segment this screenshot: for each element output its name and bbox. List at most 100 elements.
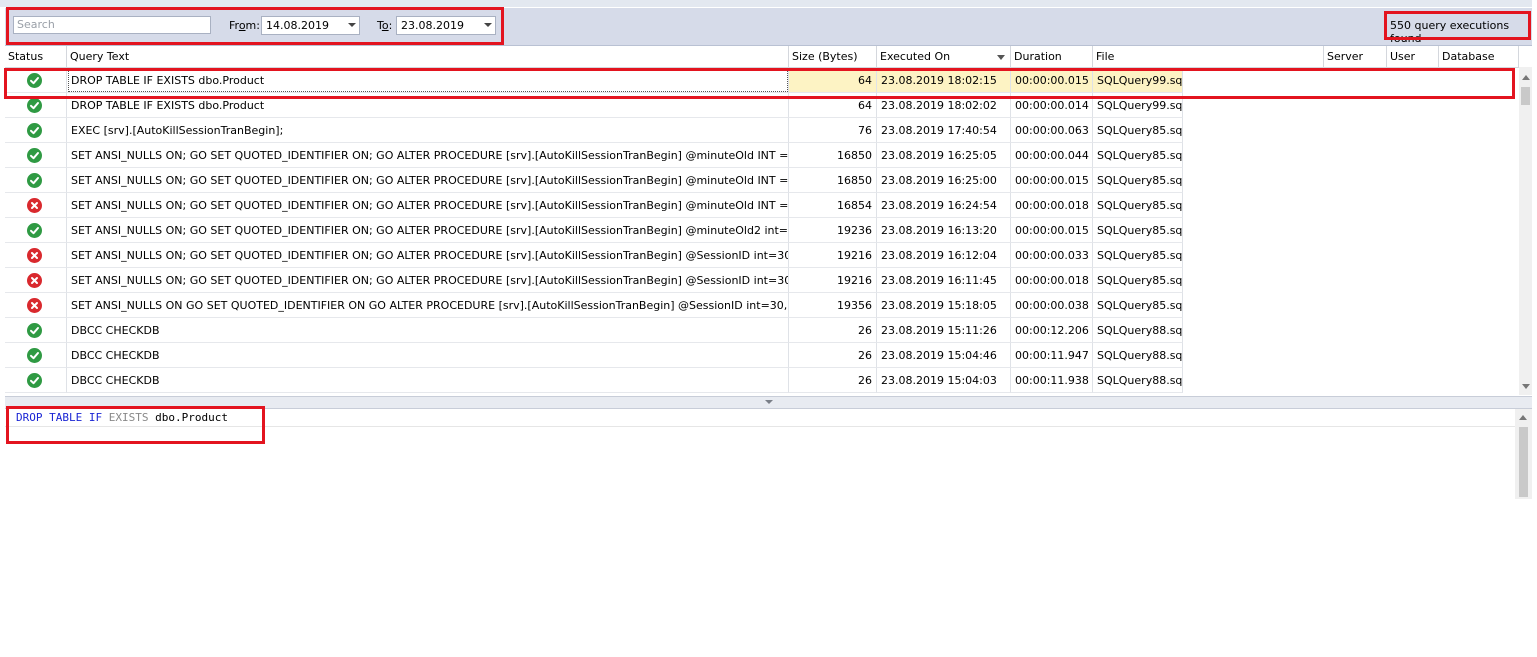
size-cell: 26 — [789, 368, 877, 393]
sql-preview-editor[interactable]: DROP TABLE IF EXISTS dbo.Product — [5, 409, 1515, 657]
status-cell — [5, 168, 67, 193]
selected-row-highlight-box — [4, 68, 1515, 99]
grid-header: Status Query Text Size (Bytes) Executed … — [5, 46, 1519, 68]
table-row[interactable]: SET ANSI_NULLS ON; GO SET QUOTED_IDENTIF… — [5, 268, 1183, 293]
duration-cell: 00:00:11.947 — [1011, 343, 1093, 368]
table-row[interactable]: DBCC CHECKDB 26 23.08.2019 15:04:46 00:00:1… — [5, 343, 1183, 368]
scroll-thumb[interactable] — [1521, 87, 1530, 105]
table-row[interactable]: SET ANSI_NULLS ON; GO SET QUOTED_IDENTIF… — [5, 218, 1183, 243]
query-text-cell: SET ANSI_NULLS ON; GO SET QUOTED_IDENTIF… — [67, 193, 789, 218]
table-row[interactable]: DBCC CHECKDB 26 23.08.2019 15:04:03 00:00:1… — [5, 368, 1183, 393]
column-header-user[interactable]: User — [1387, 46, 1439, 67]
status-cell — [5, 243, 67, 268]
query-text-cell: EXEC [srv].[AutoKillSessionTranBegin]; — [67, 118, 789, 143]
column-header-size[interactable]: Size (Bytes) — [789, 46, 877, 67]
file-cell: SQLQuery85.sql - — [1093, 193, 1183, 218]
executed-on-cell: 23.08.2019 16:24:54 — [877, 193, 1011, 218]
success-check-icon — [27, 373, 42, 388]
table-row[interactable]: SET ANSI_NULLS ON; GO SET QUOTED_IDENTIF… — [5, 193, 1183, 218]
executed-on-cell: 23.08.2019 16:11:45 — [877, 268, 1011, 293]
file-cell: SQLQuery88.sql - — [1093, 318, 1183, 343]
duration-cell: 00:00:11.938 — [1011, 368, 1093, 393]
file-cell: SQLQuery85.sql - — [1093, 268, 1183, 293]
error-x-icon — [27, 248, 42, 263]
size-cell: 16850 — [789, 168, 877, 193]
duration-cell: 00:00:00.015 — [1011, 218, 1093, 243]
status-cell — [5, 118, 67, 143]
preview-highlight-box — [6, 406, 265, 444]
executed-on-cell: 23.08.2019 16:25:00 — [877, 168, 1011, 193]
query-text-cell: DBCC CHECKDB — [67, 318, 789, 343]
collapse-arrow-icon[interactable] — [765, 400, 773, 404]
size-cell: 19236 — [789, 218, 877, 243]
success-check-icon — [27, 123, 42, 138]
executed-on-cell: 23.08.2019 16:13:20 — [877, 218, 1011, 243]
table-row[interactable]: EXEC [srv].[AutoKillSessionTranBegin]; 76… — [5, 118, 1183, 143]
query-text-cell: SET ANSI_NULLS ON; GO SET QUOTED_IDENTIF… — [67, 143, 789, 168]
column-header-file[interactable]: File — [1093, 46, 1324, 67]
file-cell: SQLQuery85.sql - — [1093, 168, 1183, 193]
error-x-icon — [27, 198, 42, 213]
executed-on-cell: 23.08.2019 15:11:26 — [877, 318, 1011, 343]
file-cell: SQLQuery85.sql - — [1093, 293, 1183, 318]
column-header-executed-on[interactable]: Executed On — [877, 46, 1011, 67]
file-cell: SQLQuery85.sql - — [1093, 118, 1183, 143]
size-cell: 16850 — [789, 143, 877, 168]
status-cell — [5, 143, 67, 168]
size-cell: 19216 — [789, 268, 877, 293]
success-check-icon — [27, 173, 42, 188]
top-strip — [0, 0, 1537, 7]
scroll-up-icon[interactable] — [1522, 75, 1530, 80]
executed-on-cell: 23.08.2019 15:04:03 — [877, 368, 1011, 393]
grid-scrollbar[interactable] — [1519, 67, 1532, 395]
column-header-server[interactable]: Server — [1324, 46, 1387, 67]
size-cell: 26 — [789, 318, 877, 343]
duration-cell: 00:00:12.206 — [1011, 318, 1093, 343]
status-cell — [5, 293, 67, 318]
executed-on-cell: 23.08.2019 15:04:46 — [877, 343, 1011, 368]
scroll-up-icon[interactable] — [1519, 415, 1527, 420]
column-header-database[interactable]: Database — [1439, 46, 1519, 67]
table-row[interactable]: DBCC CHECKDB 26 23.08.2019 15:11:26 00:00:1… — [5, 318, 1183, 343]
column-header-query-text[interactable]: Query Text — [67, 46, 789, 67]
query-text-cell: SET ANSI_NULLS ON; GO SET QUOTED_IDENTIF… — [67, 243, 789, 268]
status-cell — [5, 218, 67, 243]
column-header-duration[interactable]: Duration — [1011, 46, 1093, 67]
table-row[interactable]: SET ANSI_NULLS ON GO SET QUOTED_IDENTIFI… — [5, 293, 1183, 318]
error-x-icon — [27, 273, 42, 288]
status-cell — [5, 368, 67, 393]
table-row[interactable]: SET ANSI_NULLS ON; GO SET QUOTED_IDENTIF… — [5, 243, 1183, 268]
executed-on-cell: 23.08.2019 17:40:54 — [877, 118, 1011, 143]
table-row[interactable]: SET ANSI_NULLS ON; GO SET QUOTED_IDENTIF… — [5, 168, 1183, 193]
query-text-cell: DBCC CHECKDB — [67, 368, 789, 393]
duration-cell: 00:00:00.038 — [1011, 293, 1093, 318]
executed-on-cell: 23.08.2019 16:25:05 — [877, 143, 1011, 168]
file-cell: SQLQuery88.sql - — [1093, 343, 1183, 368]
scroll-thumb[interactable] — [1519, 427, 1528, 497]
executed-on-label: Executed On — [880, 50, 951, 63]
duration-cell: 00:00:00.044 — [1011, 143, 1093, 168]
duration-cell: 00:00:00.015 — [1011, 168, 1093, 193]
query-text-cell: SET ANSI_NULLS ON; GO SET QUOTED_IDENTIF… — [67, 268, 789, 293]
query-text-cell: SET ANSI_NULLS ON; GO SET QUOTED_IDENTIF… — [67, 218, 789, 243]
file-cell: SQLQuery85.sql - — [1093, 143, 1183, 168]
query-text-cell: SET ANSI_NULLS ON; GO SET QUOTED_IDENTIF… — [67, 168, 789, 193]
file-cell: SQLQuery88.sql - — [1093, 368, 1183, 393]
size-cell: 76 — [789, 118, 877, 143]
size-cell: 16854 — [789, 193, 877, 218]
count-highlight-box — [1384, 11, 1531, 40]
column-header-status[interactable]: Status — [5, 46, 67, 67]
status-cell — [5, 343, 67, 368]
executed-on-cell: 23.08.2019 16:12:04 — [877, 243, 1011, 268]
duration-cell: 00:00:00.018 — [1011, 193, 1093, 218]
success-check-icon — [27, 223, 42, 238]
editor-scrollbar[interactable] — [1515, 409, 1532, 499]
success-check-icon — [27, 323, 42, 338]
size-cell: 19216 — [789, 243, 877, 268]
table-row[interactable]: SET ANSI_NULLS ON; GO SET QUOTED_IDENTIF… — [5, 143, 1183, 168]
filter-highlight-box — [6, 7, 504, 45]
executed-on-cell: 23.08.2019 15:18:05 — [877, 293, 1011, 318]
duration-cell: 00:00:00.018 — [1011, 268, 1093, 293]
scroll-down-icon[interactable] — [1522, 384, 1530, 389]
status-cell — [5, 193, 67, 218]
